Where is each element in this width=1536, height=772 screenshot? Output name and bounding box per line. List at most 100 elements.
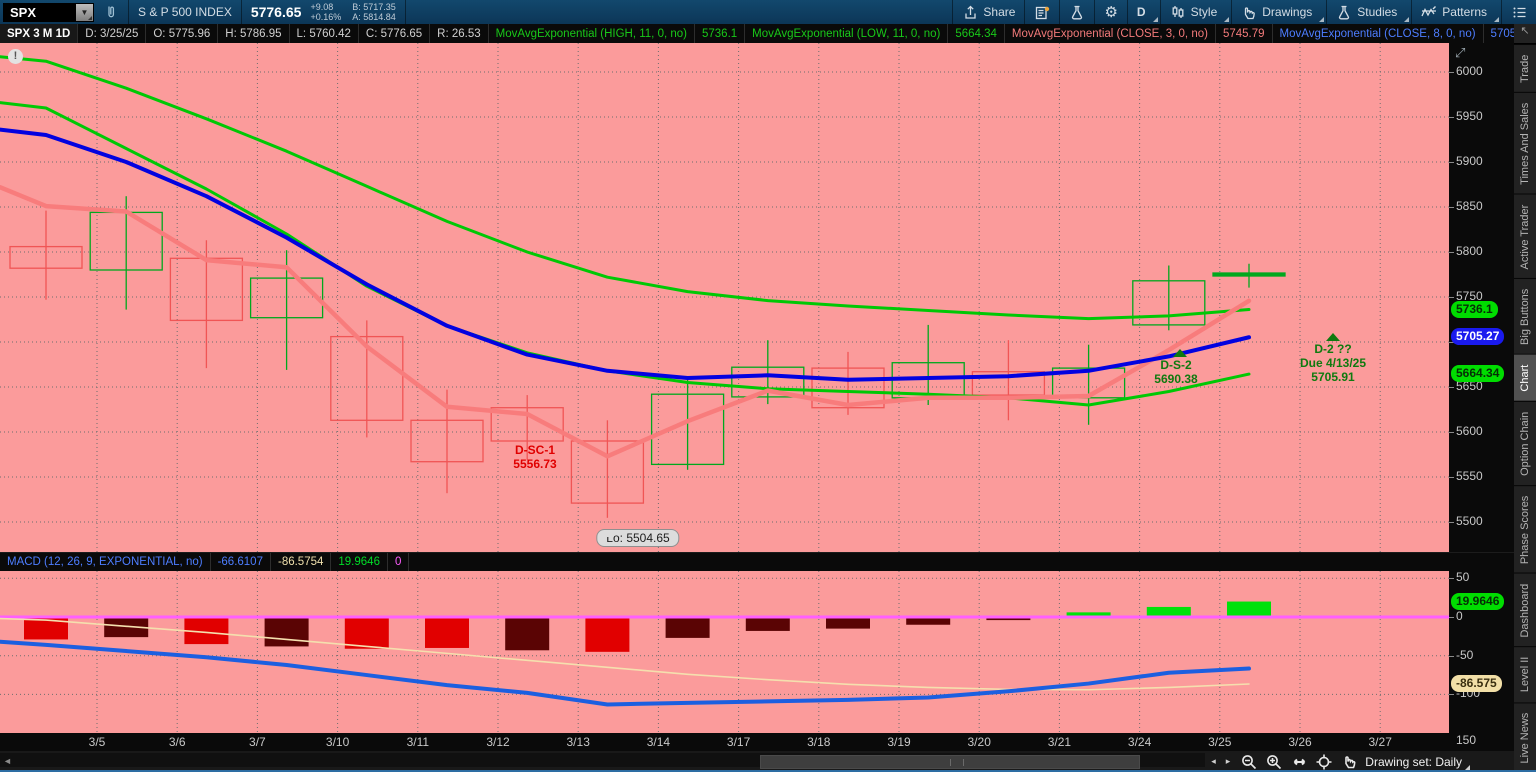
date-tick-3-27: 3/27 xyxy=(1369,735,1392,749)
crosshair-mode-button[interactable] xyxy=(1315,753,1333,771)
date-tick-3-14: 3/14 xyxy=(647,735,670,749)
low-price-tooltip: Lo: 5504.65 xyxy=(596,529,679,547)
date-tick-3-24: 3/24 xyxy=(1128,735,1151,749)
symbol-dropdown-button[interactable]: ▼ xyxy=(76,4,93,21)
sidebar-tab-times-and-sales[interactable]: Times And Sales xyxy=(1514,92,1536,194)
top-toolbar: SPX ▼ S & P 500 INDEX 5776.65 +9.08 +0.1… xyxy=(0,0,1536,24)
auto-fit-icon[interactable]: ⤢ xyxy=(1455,45,1465,61)
zoom-in-button[interactable] xyxy=(1265,753,1283,771)
gear-icon: ⚙ xyxy=(1104,5,1117,20)
symbol-input[interactable]: SPX xyxy=(4,5,76,20)
date-axis[interactable]: 3/53/63/73/103/113/123/133/143/173/183/1… xyxy=(0,733,1514,751)
drawings-button[interactable]: Drawings xyxy=(1232,0,1326,24)
style-button[interactable]: Style xyxy=(1161,0,1232,24)
page-forward-button[interactable]: ▸ xyxy=(1226,756,1234,767)
price-bubble-5736.1: 5736.1 xyxy=(1451,301,1498,318)
ohlc-date: D: 3/25/25 xyxy=(78,24,146,43)
chart-controls: ◂ ▸ Drawing set: Daily xyxy=(1205,751,1470,772)
share-button[interactable]: Share xyxy=(953,0,1024,24)
price-tick-5600: 5600 xyxy=(1456,424,1483,438)
date-tick-3-18: 3/18 xyxy=(807,735,830,749)
annotation-d-2: D-2 ??Due 4/13/255705.91 xyxy=(1300,342,1366,384)
scroll-left-arrow[interactable]: ◄ xyxy=(3,756,12,766)
sidebar-tab-phase-scores[interactable]: Phase Scores xyxy=(1514,485,1536,573)
studies-button[interactable]: Studies xyxy=(1327,0,1411,24)
flask-icon xyxy=(1069,4,1085,20)
price-tick-5800: 5800 xyxy=(1456,244,1483,258)
macd-info-bar: MACD (12, 26, 9, EXPONENTIAL, no)-66.610… xyxy=(0,552,1514,571)
chart-panel: SPX 3 M 1D D: 3/25/25 O: 5775.96 H: 5786… xyxy=(0,24,1514,772)
chart-bottom-bar: ◄ ◂ ▸ Dr xyxy=(0,751,1514,772)
sidebar-tab-dashboard[interactable]: Dashboard xyxy=(1514,573,1536,647)
tick-mark xyxy=(1449,432,1454,433)
sidebar-tab-chart[interactable]: Chart xyxy=(1514,354,1536,401)
sidebar-tab-level-ii[interactable]: Level II xyxy=(1514,646,1536,701)
candle-15 xyxy=(1213,273,1285,276)
macd-hist-bar-4 xyxy=(345,617,389,649)
study-label-2: MovAvgExponential (CLOSE, 3, 0, no) xyxy=(1005,24,1216,43)
drawing-set-selector[interactable]: Drawing set: Daily xyxy=(1365,755,1470,769)
tick-mark xyxy=(1449,117,1454,118)
ohlc-close: C: 5776.65 xyxy=(359,24,430,43)
timeframe-button[interactable]: D xyxy=(1128,0,1160,24)
annotation-d-s-2: D-S-25690.38 xyxy=(1154,358,1197,386)
zigzag-pattern-icon xyxy=(1421,4,1437,20)
study-value-3: 5705.27 xyxy=(1484,24,1514,43)
macd-pane[interactable]: 500-50-10019.9646-86.575 xyxy=(0,571,1514,733)
change-block: +9.08 +0.16% xyxy=(310,0,350,24)
study-label-1: MovAvgExponential (LOW, 11, 0, no) xyxy=(745,24,948,43)
sidebar-tab-option-chain[interactable]: Option Chain xyxy=(1514,401,1536,485)
price-tick-5550: 5550 xyxy=(1456,469,1483,483)
hand-pointer-icon xyxy=(1241,4,1257,20)
link-charts-button[interactable] xyxy=(94,0,128,24)
tick-mark xyxy=(1449,72,1454,73)
sidebar-tab-active-trader[interactable]: Active Trader xyxy=(1514,194,1536,279)
hand-drag-button[interactable] xyxy=(1340,753,1358,771)
price-change: +9.08 xyxy=(310,2,341,12)
scrollbar-thumb[interactable] xyxy=(760,755,1140,769)
ohlc-low: L: 5760.42 xyxy=(290,24,359,43)
sidebar-tab-live-news[interactable]: Live News xyxy=(1514,702,1536,772)
date-tick-3-25: 3/25 xyxy=(1208,735,1231,749)
chart-alert-icon[interactable]: ! xyxy=(8,49,23,64)
macd-hist-bar-14 xyxy=(1147,607,1191,617)
sidebar-tab-big-buttons[interactable]: Big Buttons xyxy=(1514,278,1536,354)
date-tick-3-20: 3/20 xyxy=(968,735,991,749)
macd-tick--50: -50 xyxy=(1456,648,1473,662)
macd-hist-bar-8 xyxy=(666,617,710,638)
patterns-button[interactable]: Patterns xyxy=(1412,0,1501,24)
chart-settings-button[interactable]: ⚙ xyxy=(1095,0,1126,24)
sidebar-cursor-icon[interactable]: ↖ xyxy=(1514,24,1536,44)
price-tick-5900: 5900 xyxy=(1456,154,1483,168)
scrollbar-grip xyxy=(950,759,964,766)
date-tick-3-6: 3/6 xyxy=(169,735,186,749)
macd-hist-bar-5 xyxy=(425,617,469,648)
page-back-button[interactable]: ◂ xyxy=(1211,756,1219,767)
sidebar-tab-trade[interactable]: Trade xyxy=(1514,44,1536,92)
macd-hist-bar-9 xyxy=(746,617,790,631)
chart-notes-button[interactable] xyxy=(1025,0,1059,24)
pan-horizontal-button[interactable] xyxy=(1290,753,1308,771)
ask-value: A: 5814.84 xyxy=(352,12,396,22)
date-tick-3-12: 3/12 xyxy=(486,735,509,749)
zoom-out-button[interactable] xyxy=(1240,753,1258,771)
study-label-3: MovAvgExponential (CLOSE, 8, 0, no) xyxy=(1273,24,1484,43)
chart-menu-button[interactable] xyxy=(1502,0,1536,24)
price-bubble-5705.27: 5705.27 xyxy=(1451,328,1504,345)
bid-value: B: 5717.35 xyxy=(352,2,396,12)
macd-tick-clipped: 150 xyxy=(1456,733,1476,747)
macd-chart[interactable] xyxy=(0,571,1449,733)
tick-mark xyxy=(1449,522,1454,523)
price-chart-pane[interactable]: 6000595059005850580057505700565056005550… xyxy=(0,43,1514,552)
chart-id-chip: SPX 3 M 1D xyxy=(0,24,78,43)
tick-mark xyxy=(1449,162,1454,163)
quick-study-button[interactable] xyxy=(1060,0,1094,24)
date-tick-3-13: 3/13 xyxy=(567,735,590,749)
study-value-0: 5736.1 xyxy=(695,24,745,43)
tick-mark xyxy=(1449,207,1454,208)
symbol-combo[interactable]: SPX ▼ xyxy=(3,3,94,22)
price-chart[interactable] xyxy=(0,43,1449,552)
macd-segment-0: MACD (12, 26, 9, EXPONENTIAL, no) xyxy=(0,553,211,571)
bid-ask-block: B: 5717.35 A: 5814.84 xyxy=(350,0,405,24)
tick-mark xyxy=(1449,477,1454,478)
